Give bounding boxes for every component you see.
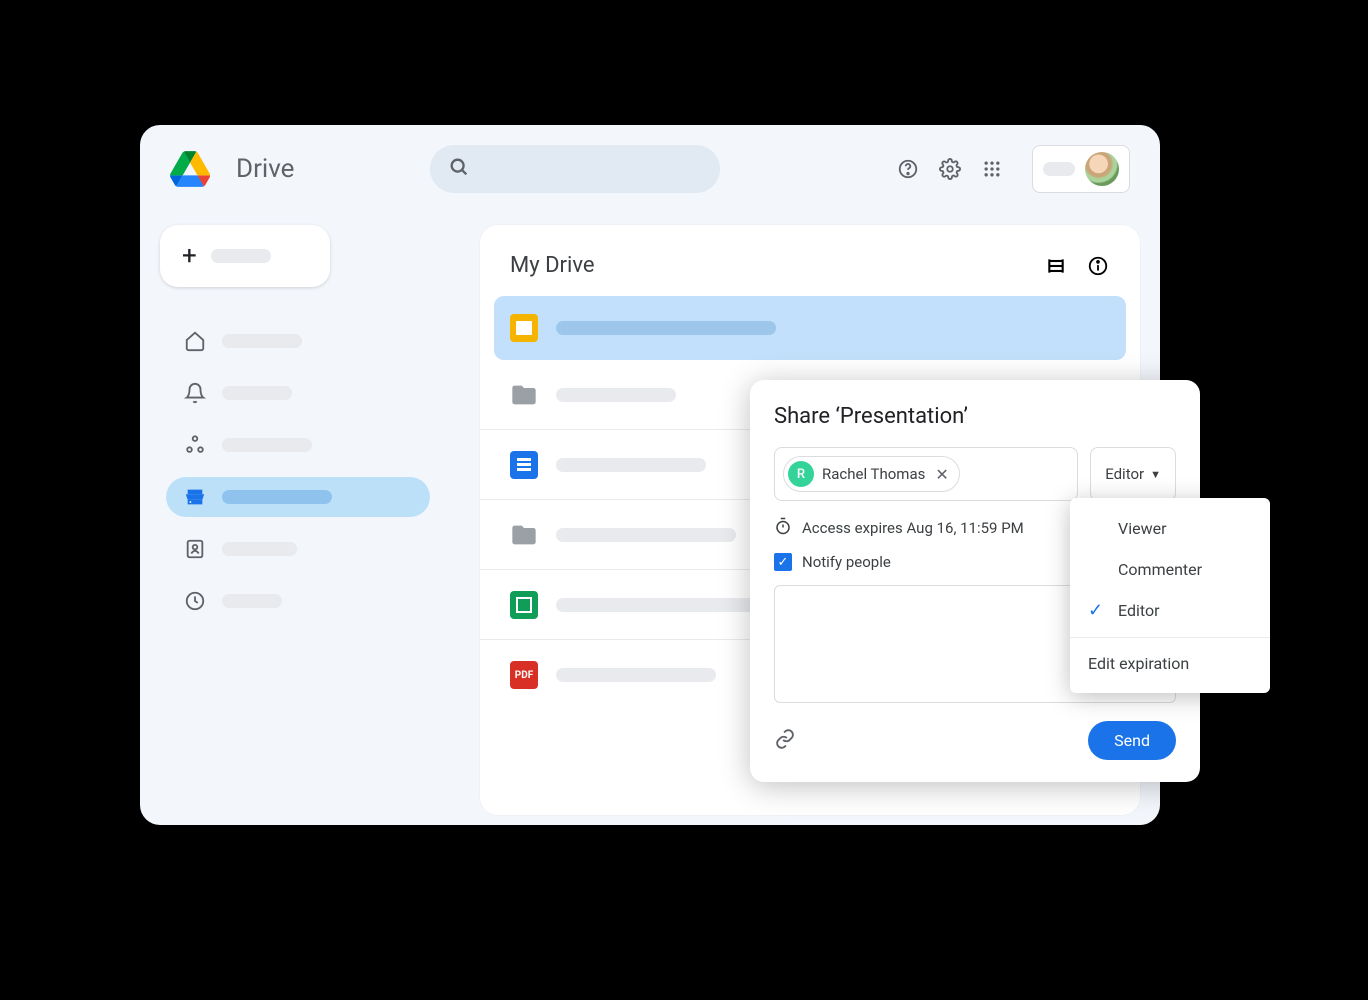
- home-icon: [184, 330, 206, 352]
- expiry-text: Access expires Aug 16, 11:59 PM: [802, 519, 1024, 537]
- sidebar: +: [160, 225, 430, 621]
- file-name-placeholder: [556, 388, 676, 402]
- notify-checkbox[interactable]: ✓: [774, 553, 792, 571]
- role-option-viewer[interactable]: ✓ Viewer: [1070, 508, 1270, 549]
- share-nodes-icon: [184, 434, 206, 456]
- file-name-placeholder: [556, 668, 716, 682]
- role-option-commenter[interactable]: ✓ Commenter: [1070, 549, 1270, 590]
- file-name-placeholder: [556, 528, 736, 542]
- sheet-icon: [510, 591, 538, 619]
- sidebar-item-storage[interactable]: [166, 477, 430, 517]
- role-option-label: Editor: [1118, 601, 1159, 620]
- account-placeholder: [1043, 162, 1075, 176]
- file-name-placeholder: [556, 598, 756, 612]
- nav-label-placeholder: [222, 334, 302, 348]
- person-chip: R Rachel Thomas ✕: [783, 456, 960, 492]
- new-button-label-placeholder: [211, 249, 271, 263]
- apps-icon[interactable]: [980, 157, 1004, 181]
- role-option-edit-expiration[interactable]: Edit expiration: [1070, 644, 1270, 683]
- search-input[interactable]: [430, 145, 720, 193]
- role-menu: ✓ Viewer ✓ Commenter ✓ Editor Edit expir…: [1070, 498, 1270, 693]
- notify-label: Notify people: [802, 553, 891, 571]
- file-name-placeholder: [556, 321, 776, 335]
- folder-icon: [510, 381, 538, 409]
- stopwatch-icon: [774, 517, 792, 539]
- check-icon: ✓: [1088, 600, 1106, 621]
- search-icon: [448, 156, 470, 182]
- clock-icon: [184, 590, 206, 612]
- role-option-label: Viewer: [1118, 519, 1167, 538]
- folder-icon: [510, 521, 538, 549]
- share-dialog-title: Share ‘Presentation’: [774, 404, 1176, 429]
- role-option-label: Commenter: [1118, 560, 1202, 579]
- nav-label-placeholder: [222, 542, 297, 556]
- send-button[interactable]: Send: [1088, 721, 1176, 760]
- app-title: Drive: [236, 154, 294, 184]
- chevron-down-icon: ▼: [1150, 468, 1161, 481]
- role-option-editor[interactable]: ✓ Editor: [1070, 590, 1270, 631]
- pdf-icon: PDF: [510, 661, 538, 689]
- avatar: [1085, 152, 1119, 186]
- file-row[interactable]: [494, 296, 1126, 360]
- sidebar-item-home[interactable]: [166, 321, 430, 361]
- view-list-icon[interactable]: [1044, 254, 1068, 278]
- page-title: My Drive: [510, 253, 595, 278]
- role-option-label: Edit expiration: [1088, 654, 1189, 673]
- header-actions: [896, 145, 1130, 193]
- contacts-icon: [184, 538, 206, 560]
- slides-icon: [510, 314, 538, 342]
- sidebar-item-recent[interactable]: [166, 581, 430, 621]
- storage-icon: [184, 486, 206, 508]
- account-switcher[interactable]: [1032, 145, 1130, 193]
- new-button[interactable]: +: [160, 225, 330, 287]
- help-icon[interactable]: [896, 157, 920, 181]
- bell-icon: [184, 382, 206, 404]
- gear-icon[interactable]: [938, 157, 962, 181]
- file-name-placeholder: [556, 458, 706, 472]
- sidebar-item-contacts[interactable]: [166, 529, 430, 569]
- person-name: Rachel Thomas: [822, 465, 925, 483]
- nav-label-placeholder: [222, 594, 282, 608]
- nav-label-placeholder: [222, 438, 312, 452]
- role-selected-label: Editor: [1105, 465, 1144, 483]
- sidebar-item-shared[interactable]: [166, 425, 430, 465]
- header: Drive: [140, 125, 1160, 213]
- remove-chip-icon[interactable]: ✕: [935, 465, 948, 484]
- menu-separator: [1070, 637, 1270, 638]
- copy-link-icon[interactable]: [774, 728, 796, 754]
- plus-icon: +: [182, 241, 197, 271]
- nav-label-placeholder: [222, 386, 292, 400]
- drive-logo-icon: [170, 151, 210, 187]
- doc-icon: [510, 451, 538, 479]
- info-icon[interactable]: [1086, 254, 1110, 278]
- nav-label-placeholder: [222, 490, 332, 504]
- people-input[interactable]: R Rachel Thomas ✕: [774, 447, 1078, 501]
- person-avatar: R: [788, 461, 814, 487]
- sidebar-item-activity[interactable]: [166, 373, 430, 413]
- role-select[interactable]: Editor ▼: [1090, 447, 1176, 501]
